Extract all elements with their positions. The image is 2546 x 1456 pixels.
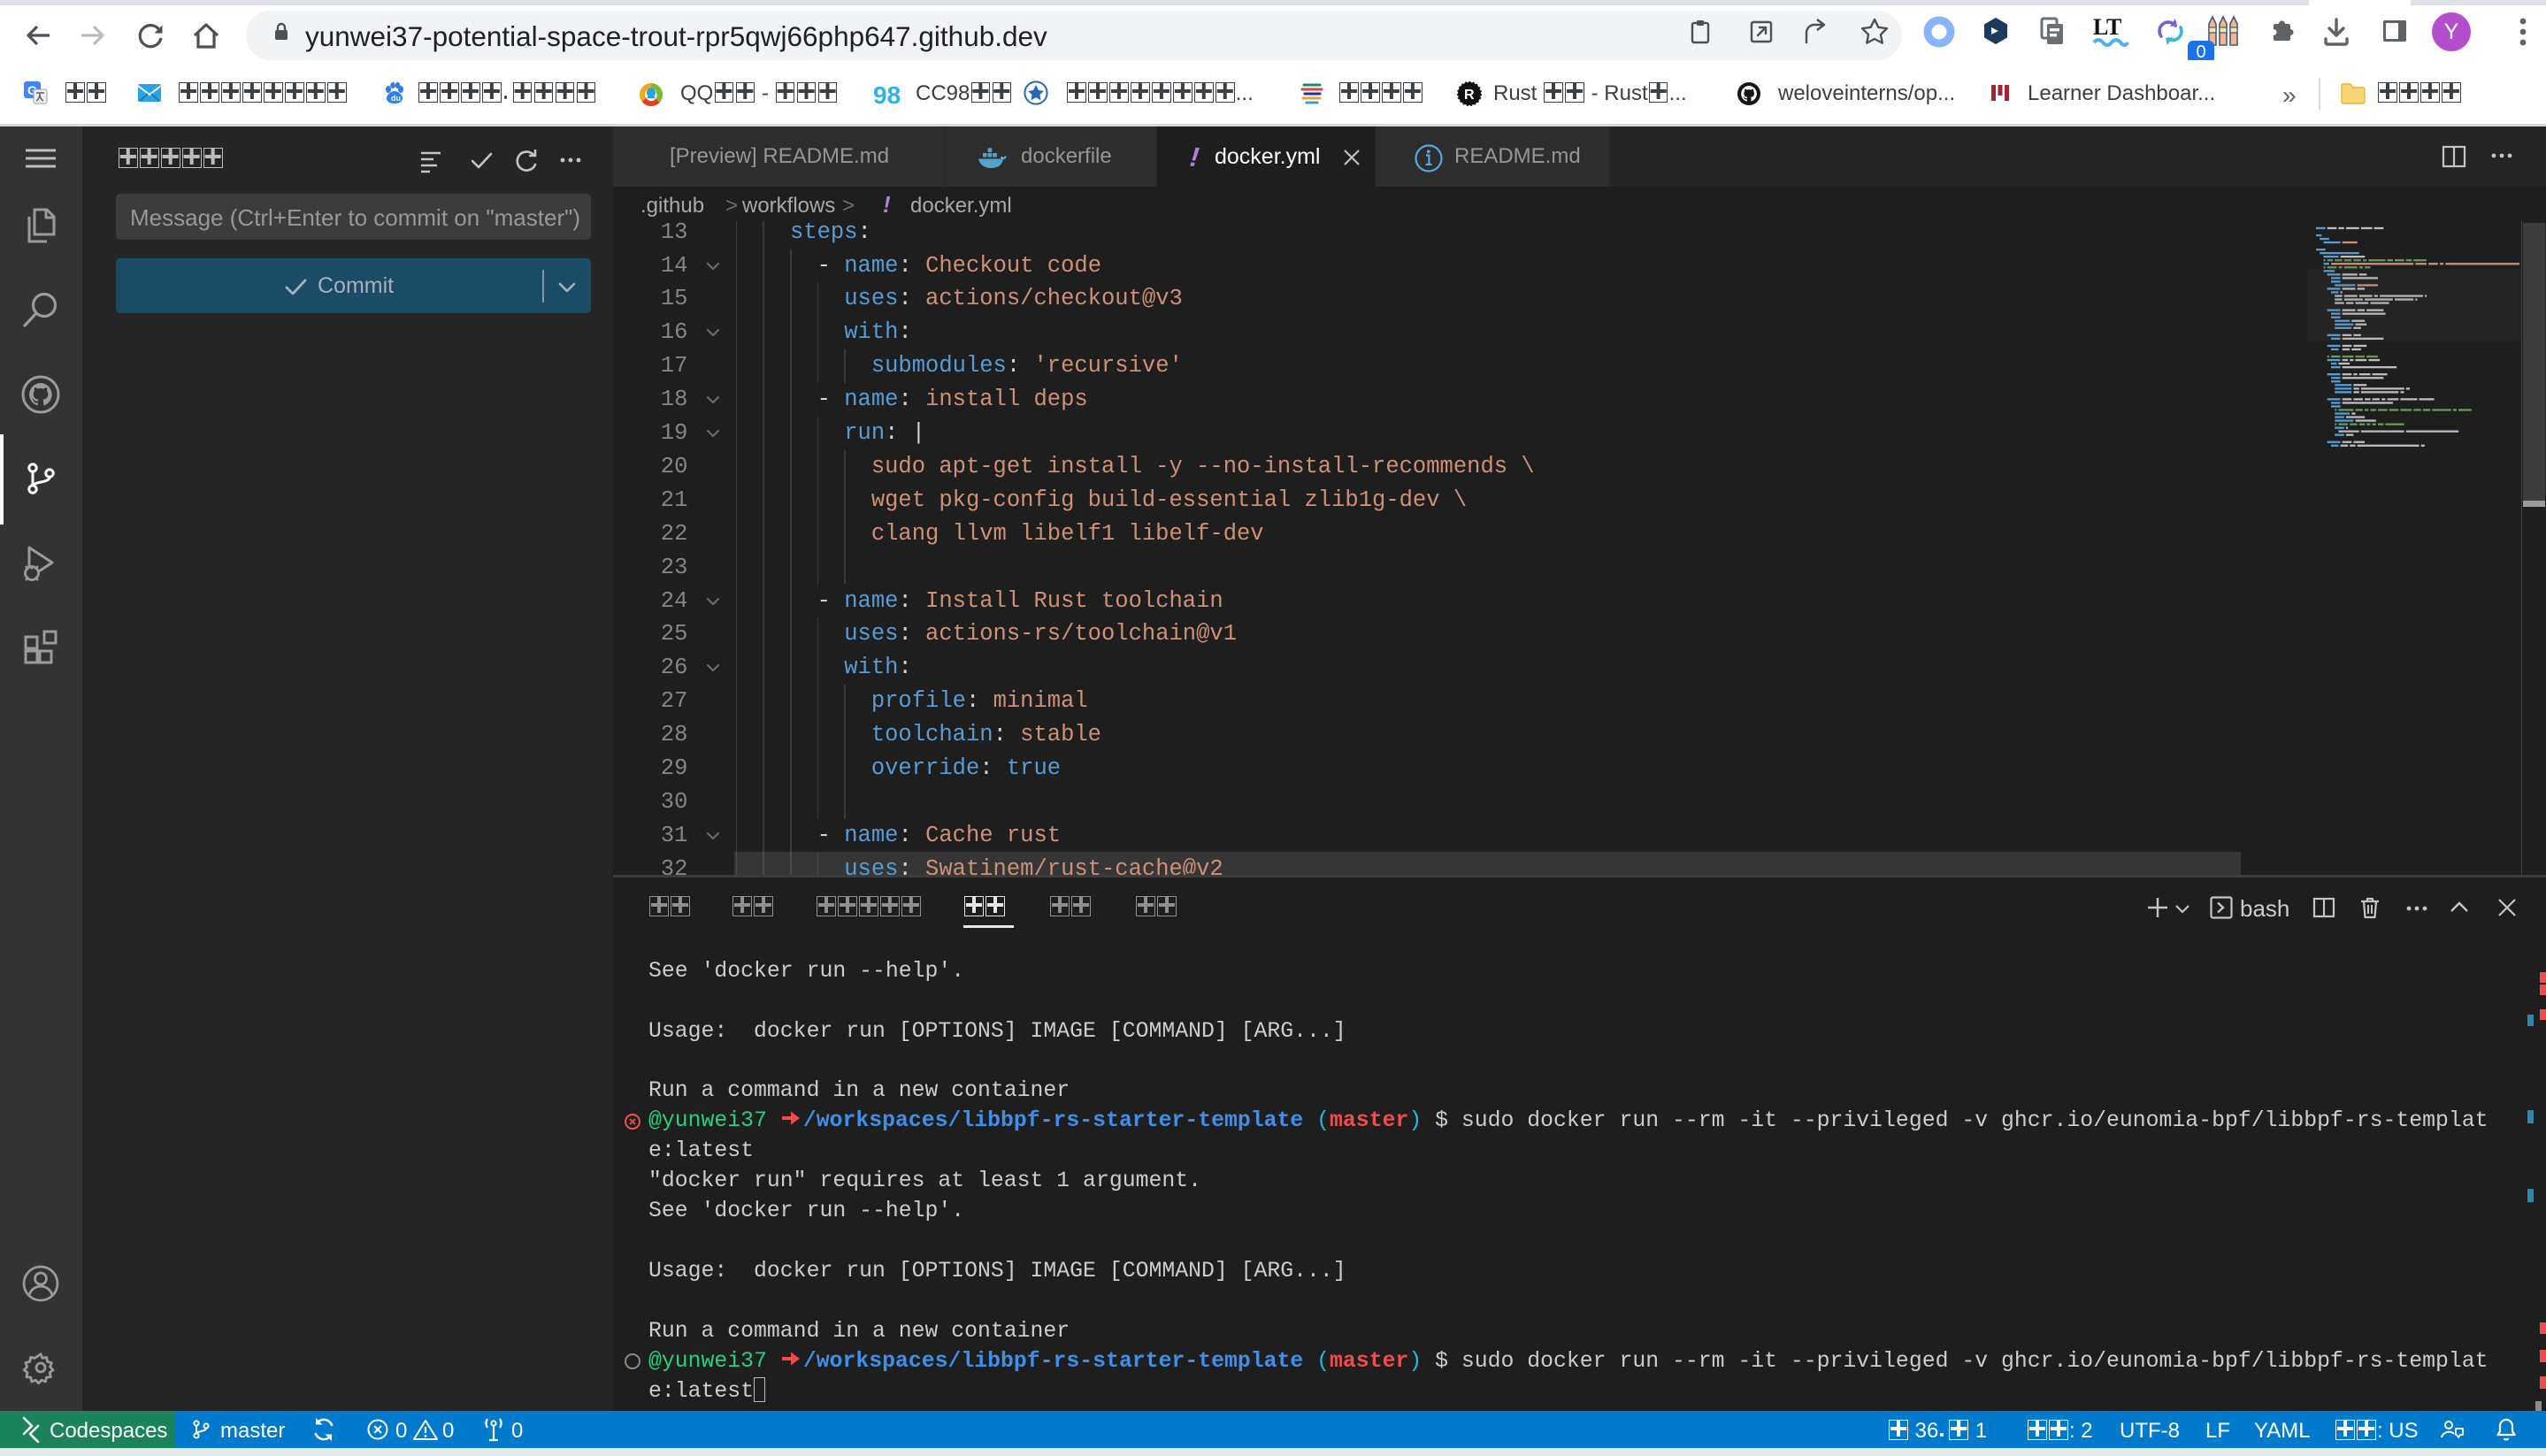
svg-text:du: du: [391, 94, 401, 103]
svg-text:LT: LT: [2093, 15, 2121, 40]
svg-text:R: R: [1464, 88, 1475, 103]
svg-text:98: 98: [873, 81, 901, 109]
